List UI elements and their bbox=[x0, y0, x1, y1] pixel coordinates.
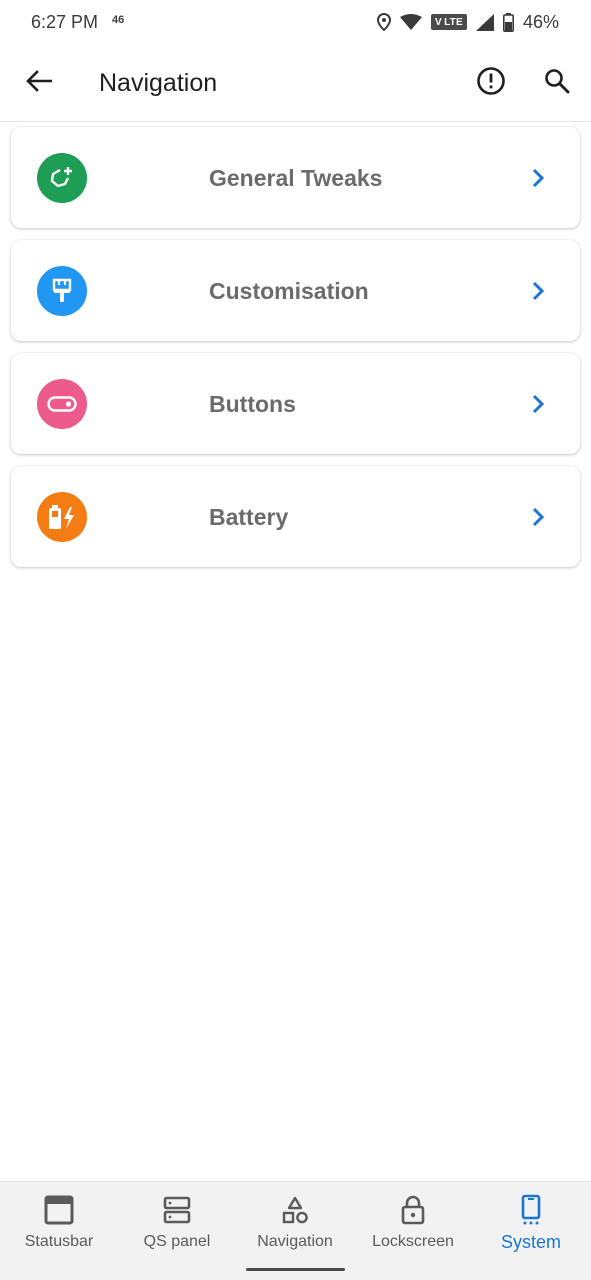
nav-item-lockscreen[interactable]: Lockscreen bbox=[354, 1182, 472, 1262]
search-button[interactable] bbox=[539, 65, 575, 101]
shapes-icon bbox=[280, 1194, 310, 1226]
card-label: Buttons bbox=[209, 391, 296, 417]
battery-charging-icon bbox=[37, 492, 87, 542]
nav-label: Navigation bbox=[257, 1233, 333, 1250]
phone-icon bbox=[520, 1194, 542, 1226]
signal-icon bbox=[475, 13, 494, 31]
chevron-right-icon bbox=[527, 278, 549, 304]
chevron-right-icon bbox=[527, 165, 549, 191]
wifi-icon bbox=[399, 14, 422, 30]
card-general-tweaks[interactable]: General Tweaks bbox=[11, 127, 580, 228]
chevron-right-icon bbox=[527, 391, 549, 417]
nav-label: QS panel bbox=[143, 1233, 211, 1250]
battery-icon bbox=[502, 12, 514, 32]
nav-label: System bbox=[500, 1232, 561, 1252]
search-icon bbox=[544, 68, 570, 99]
card-label: General Tweaks bbox=[209, 165, 383, 191]
statusbar-icon bbox=[44, 1194, 74, 1226]
info-icon bbox=[476, 66, 506, 101]
volte-badge: V LTE bbox=[430, 14, 467, 30]
location-icon bbox=[376, 13, 391, 31]
app-bar: Navigation bbox=[0, 44, 591, 122]
status-time: 6:27 PM bbox=[31, 12, 99, 32]
nav-label: Statusbar bbox=[24, 1233, 94, 1250]
nav-item-statusbar[interactable]: Statusbar bbox=[0, 1182, 118, 1262]
nav-item-navigation[interactable]: Navigation bbox=[236, 1182, 354, 1262]
card-label: Battery bbox=[209, 504, 289, 530]
chevron-right-icon bbox=[527, 504, 549, 530]
page-title: Navigation bbox=[99, 69, 218, 97]
screen: 6:27 PM 46 V LTE 46% Navigation General … bbox=[0, 0, 591, 1280]
tweak-icon bbox=[37, 153, 87, 203]
home-indicator[interactable] bbox=[246, 1268, 345, 1271]
card-buttons[interactable]: Buttons bbox=[11, 353, 580, 454]
nav-item-qs-panel[interactable]: QS panel bbox=[118, 1182, 236, 1262]
qs-panel-icon bbox=[163, 1194, 191, 1226]
network-type: 46 bbox=[112, 14, 125, 26]
arrow-back-icon bbox=[26, 69, 53, 97]
brush-icon bbox=[37, 266, 87, 316]
nav-item-system[interactable]: System bbox=[472, 1182, 590, 1262]
lock-icon bbox=[400, 1194, 426, 1226]
toggle-icon bbox=[37, 379, 87, 429]
card-battery[interactable]: Battery bbox=[11, 466, 580, 567]
settings-list: General Tweaks Customisation Buttons Bat… bbox=[11, 127, 580, 579]
nav-label: Lockscreen bbox=[372, 1233, 454, 1250]
bottom-navigation: Statusbar QS panel Navigation Lockscreen bbox=[0, 1181, 591, 1280]
card-customisation[interactable]: Customisation bbox=[11, 240, 580, 341]
battery-percent: 46% bbox=[522, 11, 559, 32]
status-bar: 6:27 PM 46 V LTE 46% bbox=[0, 0, 591, 44]
info-button[interactable] bbox=[473, 65, 509, 101]
back-button[interactable] bbox=[22, 66, 56, 100]
card-label: Customisation bbox=[209, 278, 369, 304]
